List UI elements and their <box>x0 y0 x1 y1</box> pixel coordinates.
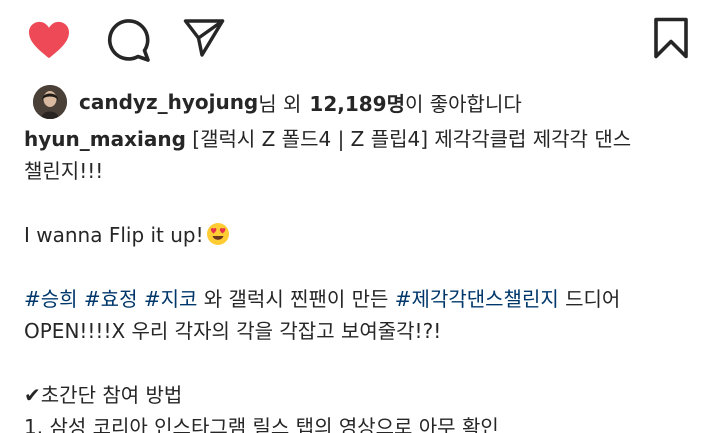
bookmark-icon <box>654 17 688 59</box>
caption-line-3: I wanna Flip it up! <box>24 219 704 251</box>
check-mark-icon: ✔ <box>24 383 41 407</box>
liker-username[interactable]: candyz_hyojung <box>79 90 258 114</box>
liker-avatar[interactable] <box>33 85 67 119</box>
save-button[interactable] <box>653 17 689 59</box>
hashtag-link[interactable]: #효정 <box>84 287 138 311</box>
caption-line-2: 챌린지!!! <box>24 159 104 183</box>
like-button[interactable] <box>27 20 71 60</box>
caption-line-4-mid: 와 갤럭시 찐팬이 만든 <box>197 287 395 311</box>
caption-line-1-text: [갤럭시 Z 폴드4 | Z 플립4] 제각각클럽 제각각 댄스 <box>185 127 632 151</box>
hashtag-link[interactable]: #지코 <box>144 287 198 311</box>
caption-blank-line-3 <box>24 347 704 379</box>
share-button[interactable] <box>183 18 225 58</box>
caption-author-username[interactable]: hyun_maxiang <box>24 127 186 151</box>
caption-line-4: #승희 #효정 #지코 와 갤럭시 찐팬이 만든 #제각각댄스챌린지 드디어 <box>24 283 704 315</box>
caption-line-4-end: 드디어 <box>558 287 621 311</box>
caption-line-3-text: I wanna Flip it up! <box>24 223 204 247</box>
speech-bubble-icon <box>107 19 150 62</box>
post-action-bar <box>0 0 720 80</box>
likes-text-after: 이 좋아합니다 <box>405 91 522 116</box>
caption-line-5: OPEN!!!!X 우리 각자의 각을 각잡고 보여줄각!?! <box>24 319 442 343</box>
caption-line-6-text: 초간단 참여 방법 <box>40 383 183 407</box>
profile-photo-icon <box>33 85 67 119</box>
caption-line-1: hyun_maxiang [갤럭시 Z 폴드4 | Z 플립4] 제각각클럽 제… <box>24 123 704 155</box>
likes-summary: candyz_hyojung 님 외 12,189명 이 좋아합니다 <box>27 84 522 120</box>
paper-plane-icon <box>183 19 225 57</box>
hashtag-link[interactable]: #승희 <box>24 287 78 311</box>
comment-button[interactable] <box>105 17 151 63</box>
hashtag-link[interactable]: #제각각댄스챌린지 <box>395 287 559 311</box>
post-caption: hyun_maxiang [갤럭시 Z 폴드4 | Z 플립4] 제각각클럽 제… <box>24 123 704 433</box>
heart-eyes-emoji-icon <box>206 222 230 246</box>
likes-text-before: 님 외 <box>258 91 302 116</box>
caption-line-7: 1. 삼성 코리아 인스타그램 릴스 탭의 영상으로 아무 확인 <box>24 415 499 433</box>
caption-line-6: ✔초간단 참여 방법 <box>24 379 704 411</box>
caption-blank-line-2 <box>24 251 704 283</box>
heart-filled-icon <box>29 21 69 59</box>
likes-count[interactable]: 12,189명 <box>309 88 405 117</box>
